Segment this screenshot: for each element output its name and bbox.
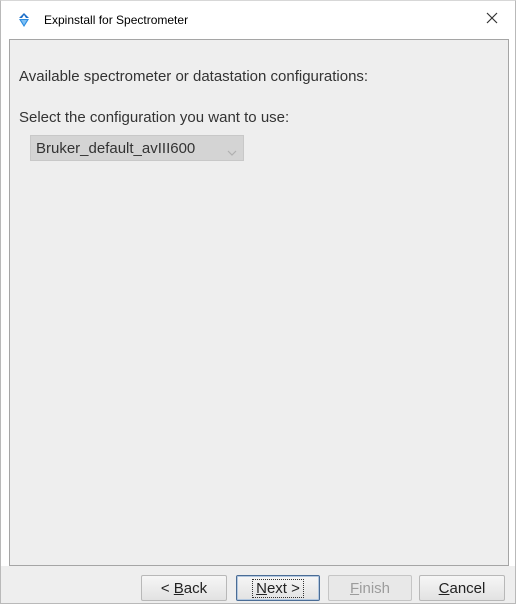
next-rest: ext > [266, 579, 300, 597]
window-title: Expinstall for Spectrometer [44, 13, 189, 27]
back-rest: ack [183, 579, 208, 597]
wizard-window: Expinstall for Spectrometer Available sp… [0, 0, 516, 604]
next-button[interactable]: Next > [236, 575, 320, 601]
back-button-label: < Back [161, 580, 207, 597]
next-mnemonic: N [256, 579, 267, 597]
content-panel: Available spectrometer or datastation co… [9, 39, 509, 566]
button-bar: < Back Next > Finish Cancel [1, 566, 515, 603]
finish-mnemonic: F [349, 579, 360, 597]
configuration-dropdown[interactable]: Bruker_default_avIII600 [30, 135, 244, 161]
back-button[interactable]: < Back [141, 575, 227, 601]
next-button-label: Next > [252, 578, 304, 598]
title-bar[interactable]: Expinstall for Spectrometer [1, 1, 515, 39]
back-prefix: < [160, 579, 174, 597]
close-button[interactable] [469, 1, 515, 39]
back-mnemonic: B [173, 579, 184, 597]
cancel-button-label: Cancel [439, 580, 486, 597]
select-configuration-label: Select the configuration you want to use… [19, 109, 290, 126]
cancel-rest: ancel [449, 579, 486, 597]
cancel-button[interactable]: Cancel [419, 575, 505, 601]
configuration-selected-value: Bruker_default_avIII600 [36, 140, 196, 157]
cancel-mnemonic: C [438, 579, 450, 597]
close-icon [486, 11, 498, 29]
app-icon [16, 12, 32, 28]
chevron-down-icon [227, 144, 237, 156]
configurations-heading: Available spectrometer or datastation co… [19, 68, 369, 85]
finish-button[interactable]: Finish [328, 575, 412, 601]
finish-rest: inish [359, 579, 391, 597]
finish-button-label: Finish [350, 580, 390, 597]
